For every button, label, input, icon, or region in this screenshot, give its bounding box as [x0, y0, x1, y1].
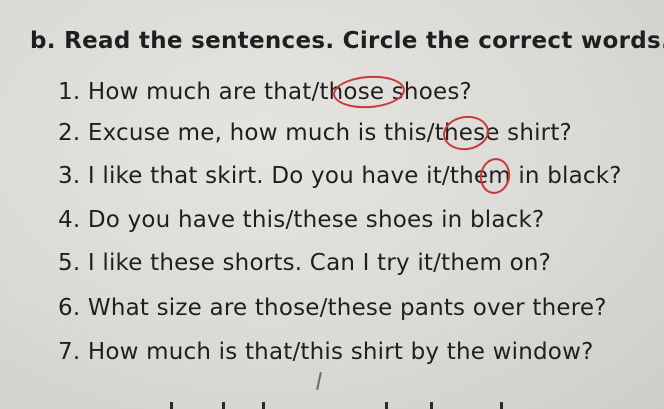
sentence-number: 6. — [58, 295, 81, 321]
sentence-text: Excuse me, how much is this/these shirt? — [87, 120, 572, 146]
cut-off-next-line — [0, 398, 664, 409]
sentence-number: 5. — [58, 250, 81, 276]
sentence-6: 6. What size are those/these pants over … — [58, 295, 607, 321]
sentence-5: 5. I like these shorts. Can I try it/the… — [58, 250, 551, 276]
sentence-text: I like these shorts. Can I try it/them o… — [87, 250, 552, 276]
sentence-number: 4. — [58, 207, 81, 233]
sentence-4: 4. Do you have this/these shoes in black… — [58, 207, 544, 233]
sentence-text: I like that skirt. Do you have it/them i… — [87, 163, 622, 189]
pencil-mark — [316, 371, 322, 391]
exercise-heading: b. Read the sentences. Circle the correc… — [30, 28, 664, 54]
sentence-text: Do you have this/these shoes in black? — [87, 207, 545, 233]
sentence-2: 2. Excuse me, how much is this/these shi… — [58, 120, 572, 146]
sentence-number: 3. — [58, 163, 81, 189]
sentence-text: How much is that/this shirt by the windo… — [87, 339, 594, 365]
sentence-text: How much are that/those shoes? — [87, 79, 472, 105]
sentence-number: 7. — [58, 339, 81, 365]
sentence-text: What size are those/these pants over the… — [87, 295, 607, 321]
sentence-7: 7. How much is that/this shirt by the wi… — [58, 339, 593, 365]
sentence-number: 1. — [58, 79, 81, 105]
worksheet-page: b. Read the sentences. Circle the correc… — [0, 0, 664, 409]
sentence-number: 2. — [58, 120, 81, 146]
sentence-1: 1. How much are that/those shoes? — [58, 79, 472, 105]
sentence-3: 3. I like that skirt. Do you have it/the… — [58, 163, 622, 189]
